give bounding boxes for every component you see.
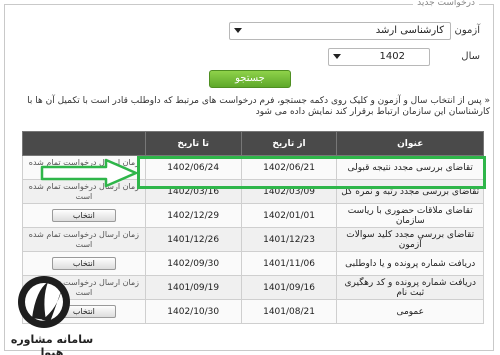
exam-select[interactable]: کارشناسی ارشد (229, 22, 451, 40)
form-legend: درخواست جدید (413, 0, 479, 8)
watermark-text: سامانه مشاوره هپوا (10, 333, 94, 355)
help-text: « پس از انتخاب سال و آزمون و کلیک روی دک… (27, 96, 490, 117)
row-to-date: 1401/12/26 (144, 227, 242, 252)
header-to-date: تا تاریخ (144, 131, 242, 156)
select-button[interactable]: انتخاب (51, 209, 116, 222)
year-label: سال (461, 51, 480, 62)
row-action-cell: انتخاب (22, 203, 146, 228)
row-from-date: 1401/09/16 (240, 275, 338, 300)
highlight-box (137, 156, 486, 189)
chevron-down-icon (332, 52, 342, 62)
row-to-date: 1402/09/30 (144, 251, 242, 276)
table-header-row: عنوان از تاریخ تا تاریخ (22, 131, 484, 156)
row-from-date: 1402/01/01 (240, 203, 338, 228)
exam-select-value: کارشناسی ارشد (375, 25, 444, 36)
header-from-date: از تاریخ (240, 131, 338, 156)
row-from-date: 1401/12/23 (240, 227, 338, 252)
row-title: دریافت شماره پرونده و یا داوطلبی (336, 251, 484, 276)
row-from-date: 1401/08/21 (240, 299, 338, 324)
search-button[interactable]: جستجو (209, 70, 291, 88)
row-to-date: 1402/12/29 (144, 203, 242, 228)
chevron-down-icon (233, 26, 243, 36)
header-title: عنوان (336, 131, 484, 156)
table-row: تقاضای ملاقات حضوری با ریاست سازمان 1402… (22, 203, 484, 228)
row-to-date: 1401/09/19 (144, 275, 242, 300)
arrow-right-icon (40, 158, 138, 188)
row-title: تقاضای بررسی مجدد کلید سوالات آزمون (336, 227, 484, 252)
year-select-value: 1402 (379, 51, 405, 62)
row-to-date: 1402/10/30 (144, 299, 242, 324)
header-action (22, 131, 146, 156)
row-title: دریافت شماره پرونده و کد رهگیری ثبت نام (336, 275, 484, 300)
row-title: تقاضای ملاقات حضوری با ریاست سازمان (336, 203, 484, 228)
row-status-text: زمان ارسال درخواست تمام شده است (22, 227, 146, 252)
year-select[interactable]: 1402 (328, 48, 430, 66)
row-title: عمومی (336, 299, 484, 324)
row-from-date: 1401/11/06 (240, 251, 338, 276)
table-row: تقاضای بررسی مجدد کلید سوالات آزمون 1401… (22, 227, 484, 252)
exam-label: آزمون (454, 25, 480, 36)
